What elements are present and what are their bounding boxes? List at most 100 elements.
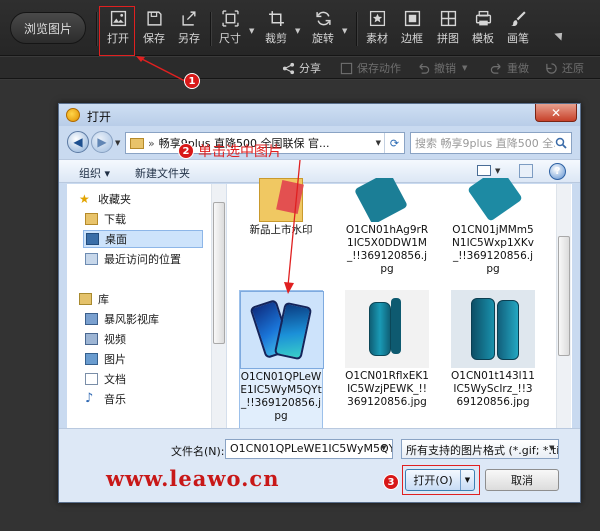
brush-button[interactable]: 画笔 — [501, 10, 535, 50]
rotate-icon — [315, 11, 331, 26]
star-icon — [369, 10, 385, 27]
undo-dropdown-icon[interactable]: ▼ — [462, 60, 467, 76]
file-item[interactable]: O1CN01RflxEK1IC5WzjPEWK_!!369120856.jpg — [345, 290, 429, 409]
back-arrow-icon: ◀ — [73, 135, 83, 149]
star-icon: ★ — [79, 192, 90, 206]
refresh-icon[interactable]: ⟳ — [384, 133, 404, 153]
resize-dropdown-icon[interactable]: ▼ — [249, 27, 254, 35]
browse-images-button[interactable]: 浏览图片 — [10, 12, 86, 44]
share-icon — [282, 62, 295, 74]
rotate-dropdown-icon[interactable]: ▼ — [342, 27, 347, 35]
file-name: O1CN01QPLeWE1IC5WyM5QYt_!!369120856.jpg — [240, 371, 322, 422]
new-folder-button[interactable]: 新建文件夹 — [135, 165, 190, 181]
recent-places-icon — [85, 253, 98, 265]
view-dropdown-icon[interactable]: ▼ — [495, 167, 500, 175]
file-item[interactable]: O1CN01jMMm5N1IC5Wxp1XKv_!!369120856.jpg — [451, 178, 535, 276]
folder-icon — [130, 137, 144, 149]
rotate-button[interactable]: 旋转 — [306, 10, 340, 50]
search-icon — [555, 137, 567, 149]
close-button[interactable]: ✕ — [535, 104, 577, 122]
border-label: 边框 — [401, 32, 423, 45]
template-button[interactable]: 模板 — [466, 10, 500, 50]
file-thumbnail — [451, 290, 535, 368]
nav-storm-label: 暴风影视库 — [104, 313, 159, 326]
redo-button[interactable]: 重做 — [490, 60, 529, 76]
crop-dropdown-icon[interactable]: ▼ — [295, 27, 300, 35]
undo-label: 撤销 — [434, 62, 456, 75]
view-options-icon[interactable] — [477, 165, 491, 176]
file-list-scrollbar[interactable] — [556, 184, 571, 428]
forward-arrow-icon: ▶ — [97, 135, 107, 149]
share-label: 分享 — [299, 62, 321, 75]
nav-scrollbar[interactable] — [211, 184, 226, 428]
close-icon: ✕ — [550, 105, 562, 120]
save-action-label: 保存动作 — [357, 62, 401, 75]
resize-button[interactable]: 尺寸 — [213, 10, 247, 50]
redo-icon — [490, 62, 501, 74]
border-button[interactable]: 边框 — [395, 10, 429, 50]
resize-label: 尺寸 — [219, 32, 241, 45]
share-button[interactable]: 分享 — [282, 60, 321, 76]
save-action-button[interactable]: 保存动作 — [340, 60, 401, 76]
file-type-select[interactable]: 所有支持的图片格式 (*.gif; *.tif — [401, 439, 559, 459]
save-button[interactable]: 保存 — [137, 10, 171, 50]
phone-image — [471, 298, 495, 360]
step2-badge: 2 — [178, 143, 194, 159]
crop-label: 裁剪 — [265, 32, 287, 45]
address-dropdown-icon[interactable]: ▼ — [376, 139, 381, 147]
documents-icon — [85, 373, 98, 385]
navigation-row: ◀ ▶ ▼ » 畅享9plus 直降500 全国联保 官... ▼ ⟳ 搜索 畅… — [59, 128, 580, 158]
step3-badge: 3 — [383, 474, 399, 490]
file-type-dropdown-icon[interactable]: ▼ — [549, 444, 554, 452]
videos-icon — [85, 333, 98, 345]
nav-music-label: 音乐 — [104, 393, 126, 406]
desktop-icon — [86, 233, 99, 245]
rotate-label: 旋转 — [312, 32, 334, 45]
toolbar-divider — [96, 12, 97, 46]
phone-image — [497, 300, 519, 360]
save-as-button[interactable]: 另存 — [172, 10, 206, 50]
restore-button[interactable]: 还原 — [545, 60, 584, 76]
step2-arrow — [284, 159, 301, 294]
file-item-selected[interactable]: O1CN01QPLeWE1IC5WyM5QYt_!!369120856.jpg — [239, 290, 324, 430]
file-item[interactable]: O1CN01t143l11IC5WyScIrz_!!369120856.jpg — [451, 290, 535, 409]
help-icon[interactable]: ? — [549, 163, 566, 180]
navigation-pane: ★ 收藏夹 下载 桌面 最近访问的位置 库 暴风影视库 视频 图片 文档 ♪ 音… — [67, 184, 227, 428]
undo-button[interactable]: 撤销 — [417, 60, 456, 76]
filename-input[interactable]: O1CN01QPLeWE1IC5WyM5QY — [225, 439, 393, 459]
nav-favorites-label: 收藏夹 — [98, 193, 131, 206]
file-thumbnail — [345, 290, 429, 368]
nav-scroll-thumb[interactable] — [213, 202, 225, 344]
collage-icon — [440, 10, 456, 27]
material-button[interactable]: 素材 — [360, 10, 394, 50]
redo-label: 重做 — [507, 62, 529, 75]
save-as-label: 另存 — [178, 32, 200, 45]
history-dropdown-icon[interactable]: ▼ — [115, 139, 120, 147]
save-label: 保存 — [143, 32, 165, 45]
file-item[interactable]: O1CN01hAg9rR1IC5X0DDW1M_!!369120856.jpg — [345, 178, 429, 276]
nav-recent-label: 最近访问的位置 — [104, 253, 181, 266]
back-button[interactable]: ◀ — [67, 131, 89, 153]
step1-badge: 1 — [184, 73, 200, 89]
preview-pane-icon[interactable] — [519, 164, 533, 178]
open-file-dialog: 打开 ✕ ◀ ▶ ▼ » 畅享9plus 直降500 全国联保 官... ▼ ⟳… — [58, 103, 581, 503]
toolbar-divider — [210, 12, 211, 46]
breadcrumb-separator-icon: » — [148, 136, 155, 150]
nav-libraries[interactable]: 库 — [79, 290, 229, 308]
cancel-button[interactable]: 取消 — [485, 469, 559, 491]
crop-button[interactable]: 裁剪 — [259, 10, 293, 50]
forward-button[interactable]: ▶ — [91, 131, 113, 153]
search-input[interactable]: 搜索 畅享9plus 直降500 全... — [410, 132, 572, 154]
brush-icon — [510, 11, 526, 26]
dialog-title-bar — [59, 104, 580, 126]
template-icon — [475, 10, 491, 26]
border-icon — [404, 10, 420, 27]
phone-image — [353, 178, 409, 222]
organize-menu[interactable]: 组织 ▾ — [79, 165, 110, 181]
collage-button[interactable]: 拼图 — [431, 10, 465, 50]
music-icon: ♪ — [85, 391, 94, 406]
filename-dropdown-icon[interactable]: ▼ — [381, 444, 386, 452]
nav-favorites[interactable]: ★ 收藏夹 — [79, 190, 229, 208]
file-list-scroll-thumb[interactable] — [558, 236, 570, 356]
nav-desktop[interactable]: 桌面 — [83, 230, 203, 248]
